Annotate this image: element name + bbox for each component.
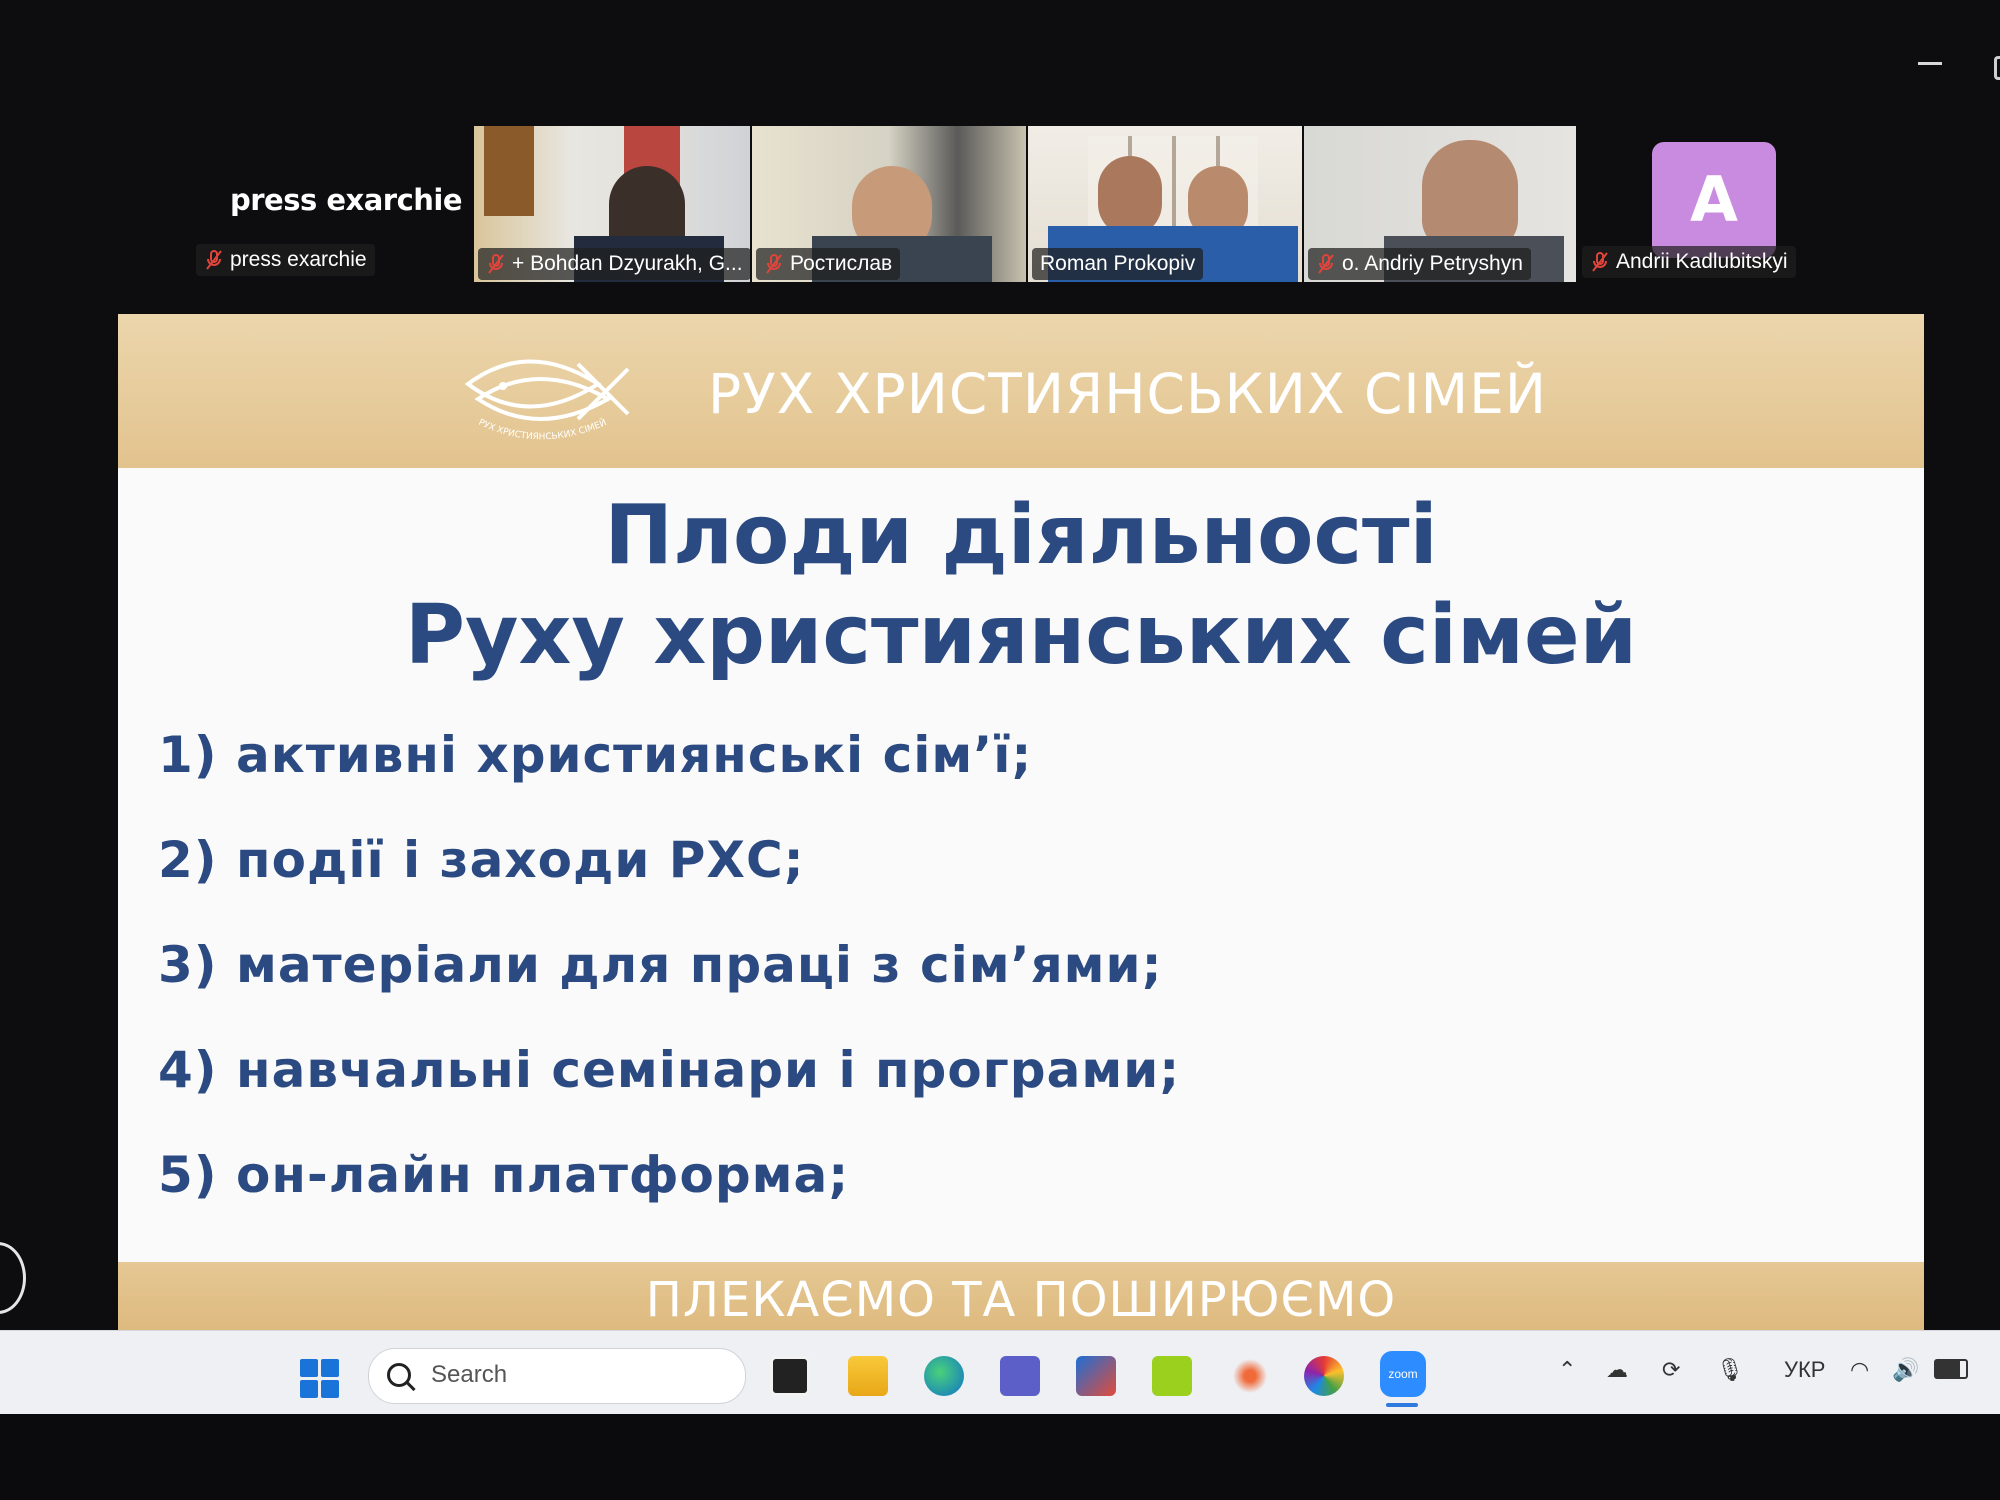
active-app-indicator — [1386, 1403, 1418, 1407]
participant-name-tag: Roman Prokopiv — [1032, 248, 1204, 280]
participant-name-tag: + Bohdan Dzyurakh, G... — [478, 248, 750, 280]
person-face-1 — [1098, 156, 1162, 236]
app-star-icon[interactable] — [1230, 1356, 1270, 1396]
chevron-up-icon[interactable]: ⌃ — [1558, 1357, 1576, 1383]
sync-icon[interactable]: ⟳ — [1662, 1357, 1680, 1383]
participant-name: Andrii Kadlubitskyi — [1616, 250, 1788, 273]
taskbar-search-box[interactable]: Search — [368, 1348, 746, 1404]
participant-name: Ростислав — [790, 252, 893, 275]
video-tile-andriy[interactable]: o. Andriy Petryshyn — [1304, 126, 1576, 282]
windows-start-icon[interactable] — [300, 1359, 340, 1399]
search-placeholder: Search — [431, 1361, 508, 1388]
teams-icon[interactable] — [1000, 1356, 1040, 1396]
video-tile-bohdan[interactable]: + Bohdan Dzyurakh, G... — [474, 126, 750, 282]
slide-title-line-2: Руху християнських сімей — [404, 588, 1638, 683]
muted-mic-icon — [1318, 254, 1334, 274]
muted-mic-icon — [1592, 252, 1608, 272]
slide-list-item: 5) он-лайн платформа; — [158, 1146, 850, 1204]
slide-header-title: РУХ ХРИСТИЯНСЬКИХ СІМЕЙ — [708, 362, 1548, 426]
icon-picture — [484, 126, 534, 216]
participant-name-tag: o. Andriy Petryshyn — [1308, 248, 1531, 280]
store-icon[interactable] — [1076, 1356, 1116, 1396]
self-name-tag: press exarchie — [196, 244, 375, 276]
wifi-icon[interactable]: ◠ — [1850, 1357, 1869, 1383]
edge-browser-icon[interactable] — [924, 1356, 964, 1396]
slide-footer: ПЛЕКАЄМО ТА ПОШИРЮЄМО — [118, 1262, 1924, 1338]
slide-title-line-1: Плоди діяльності — [604, 488, 1438, 583]
self-display-name: press exarchie — [230, 183, 463, 217]
participant-name: Roman Prokopiv — [1040, 252, 1196, 275]
muted-mic-icon — [766, 254, 782, 274]
participant-name: + Bohdan Dzyurakh, G... — [512, 252, 743, 275]
self-tag-label: press exarchie — [230, 248, 367, 271]
person-silhouette — [1422, 140, 1518, 250]
video-tile-rostyslav[interactable]: Ростислав — [752, 126, 1026, 282]
slide-footer-text: ПЛЕКАЄМО ТА ПОШИРЮЄМО — [645, 1272, 1397, 1328]
side-circle-button[interactable] — [0, 1242, 26, 1314]
minimize-icon[interactable] — [1918, 62, 1942, 65]
participant-avatar[interactable]: A — [1652, 142, 1776, 258]
battery-icon[interactable] — [1934, 1359, 1968, 1379]
app-color-wheel-icon[interactable] — [1304, 1356, 1344, 1396]
slide-list-item: 1) активні християнські сім’ї; — [158, 726, 1033, 784]
window-edge — [1994, 56, 2000, 80]
app-a-icon[interactable] — [1152, 1356, 1192, 1396]
taskbar: Search zoom ⌃ ☁ ⟳ 🎙 УКР ◠ 🔊 — [0, 1330, 2000, 1415]
cloud-icon[interactable]: ☁ — [1606, 1357, 1628, 1383]
participant-name: o. Andriy Petryshyn — [1342, 252, 1523, 275]
slide-header: РУХ ХРИСТИЯНСЬКИХ СІМЕЙ РУХ ХРИСТИЯНСЬКИ… — [118, 314, 1924, 468]
monitor-bezel — [0, 1414, 2000, 1500]
search-icon — [387, 1363, 411, 1387]
avatar-name-tag: Andrii Kadlubitskyi — [1582, 246, 1796, 278]
shared-screen-slide: РУХ ХРИСТИЯНСЬКИХ СІМЕЙ РУХ ХРИСТИЯНСЬКИ… — [118, 314, 1924, 1338]
volume-icon[interactable]: 🔊 — [1892, 1357, 1919, 1383]
microphone-icon[interactable]: 🎙 — [1716, 1357, 1744, 1383]
language-indicator[interactable]: УКР — [1784, 1357, 1825, 1383]
participant-name-tag: Ростислав — [756, 248, 901, 280]
fish-logo-icon: РУХ ХРИСТИЯНСЬКИХ СІМЕЙ — [464, 359, 630, 442]
terminal-icon[interactable] — [770, 1356, 810, 1396]
file-explorer-icon[interactable] — [848, 1356, 888, 1396]
slide-list-item: 3) матеріали для праці з сім’ями; — [158, 936, 1163, 994]
slide-list-item: 4) навчальні семінари і програми; — [158, 1041, 1181, 1099]
muted-mic-icon — [488, 254, 504, 274]
slide-list-item: 2) події і заходи РХС; — [158, 831, 805, 889]
zoom-app-icon[interactable]: zoom — [1380, 1351, 1426, 1397]
video-tile-roman-active-speaker[interactable]: Roman Prokopiv — [1028, 126, 1302, 282]
muted-mic-icon — [206, 250, 222, 270]
